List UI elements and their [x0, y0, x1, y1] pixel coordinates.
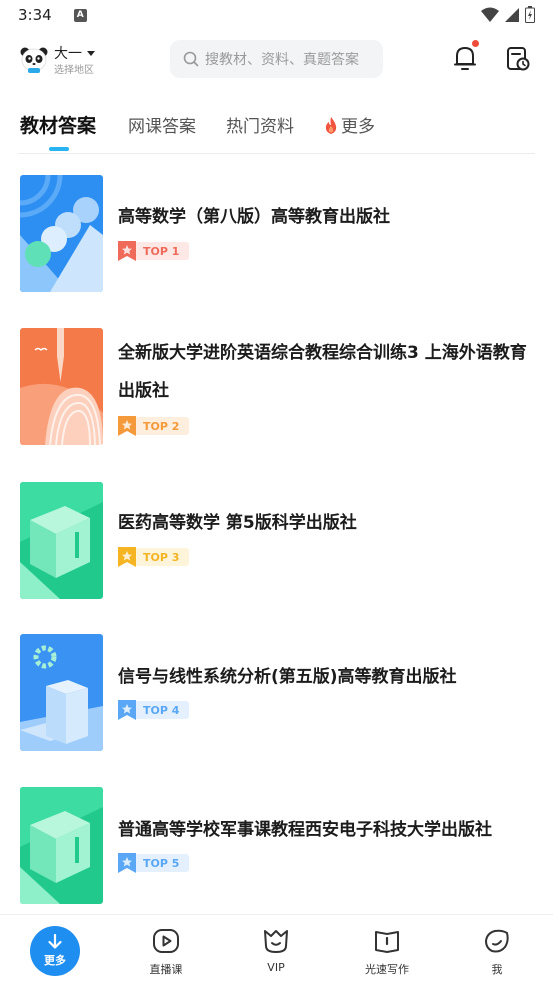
book-item[interactable]: 普通高等学校军事课教程西安电子科技大学出版社 TOP 5: [0, 787, 553, 927]
book-item[interactable]: 信号与线性系统分析(第五版)高等教育出版社 TOP 4: [0, 634, 553, 774]
tab-popular-materials[interactable]: 热门资料: [226, 112, 294, 137]
rank-label: TOP 4: [135, 701, 190, 719]
ribbon-icon: [118, 700, 136, 720]
book-title: 信号与线性系统分析(第五版)高等教育出版社: [118, 667, 457, 687]
panda-avatar-icon[interactable]: [20, 46, 48, 74]
search-icon: [183, 51, 199, 67]
book-cover-image: [20, 328, 103, 445]
header: 大一 选择地区 搜教材、资料、真题答案: [0, 36, 553, 84]
nav-vip[interactable]: VIP: [221, 915, 331, 984]
rank-label: TOP 2: [135, 417, 190, 435]
rank-badge: TOP 4: [118, 700, 190, 720]
nav-vip-label: VIP: [267, 961, 285, 974]
wifi-icon: [481, 7, 499, 22]
signal-icon: [505, 8, 519, 22]
nav-live-class[interactable]: 直播课: [111, 915, 221, 984]
download-icon: [48, 934, 62, 949]
status-time: 3:34: [18, 6, 52, 24]
nav-live-class-label: 直播课: [149, 963, 183, 976]
book-title: 全新版大学进阶英语综合教程综合训练3 上海外语教育出版社: [118, 343, 527, 401]
book-title: 高等数学（第八版）高等教育出版社: [118, 207, 390, 227]
bell-icon[interactable]: [452, 44, 478, 72]
caret-down-icon: [87, 50, 95, 56]
tab-more[interactable]: 更多: [324, 112, 375, 137]
book-cover-image: [20, 634, 103, 751]
fire-icon: [325, 117, 337, 134]
app-notification-icon: A: [73, 8, 87, 22]
rank-label: TOP 3: [135, 548, 190, 566]
ribbon-icon: [118, 416, 136, 436]
profile-icon: [485, 929, 509, 953]
book-cover-image: [20, 175, 103, 292]
rank-badge: TOP 1: [118, 241, 190, 261]
book-title: 普通高等学校军事课教程西安电子科技大学出版社: [118, 820, 492, 840]
status-icons: [481, 6, 535, 23]
category-tabs: 教材答案 网课答案 热门资料 更多: [0, 104, 553, 154]
book-cover-image: [20, 787, 103, 904]
vip-icon: [264, 930, 288, 953]
nav-more-label: 更多: [44, 954, 66, 967]
tab-online-course-answers[interactable]: 网课答案: [128, 112, 196, 137]
ribbon-icon: [118, 547, 136, 567]
tab-textbook-answers[interactable]: 教材答案: [20, 111, 96, 138]
rank-badge: TOP 2: [118, 416, 190, 436]
status-bar: 3:34 A: [0, 0, 553, 30]
divider: [18, 153, 535, 154]
ribbon-icon: [118, 853, 136, 873]
history-icon[interactable]: [506, 46, 530, 72]
book-item[interactable]: 医药高等数学 第5版科学出版社 TOP 3: [0, 482, 553, 622]
notification-dot: [472, 40, 479, 47]
bottom-nav: 更多 直播课 VIP 光速写作 我: [0, 914, 553, 984]
grade-label: 大一: [54, 46, 82, 62]
grade-selector[interactable]: 大一: [54, 43, 95, 63]
active-tab-indicator: [49, 147, 69, 151]
book-cover-image: [20, 482, 103, 599]
search-bar[interactable]: 搜教材、资料、真题答案: [170, 40, 383, 78]
rank-badge: TOP 3: [118, 547, 190, 567]
region-selector[interactable]: 选择地区: [54, 61, 94, 76]
search-placeholder: 搜教材、资料、真题答案: [205, 52, 359, 68]
ribbon-icon: [118, 241, 136, 261]
nav-fast-writing-label: 光速写作: [365, 963, 409, 976]
play-icon: [153, 929, 179, 953]
nav-me-label: 我: [491, 963, 503, 976]
book-item[interactable]: 全新版大学进阶英语综合教程综合训练3 上海外语教育出版社 TOP 2: [0, 328, 553, 468]
rank-badge: TOP 5: [118, 853, 190, 873]
rank-label: TOP 5: [135, 854, 190, 872]
battery-icon: [525, 6, 535, 23]
writing-icon: [375, 931, 399, 953]
nav-more-button[interactable]: 更多: [30, 926, 80, 976]
tab-more-label: 更多: [341, 117, 375, 137]
book-title: 医药高等数学 第5版科学出版社: [118, 513, 357, 533]
nav-fast-writing[interactable]: 光速写作: [332, 915, 442, 984]
nav-me[interactable]: 我: [442, 915, 552, 984]
book-item[interactable]: 高等数学（第八版）高等教育出版社 TOP 1: [0, 175, 553, 315]
rank-label: TOP 1: [135, 242, 190, 260]
